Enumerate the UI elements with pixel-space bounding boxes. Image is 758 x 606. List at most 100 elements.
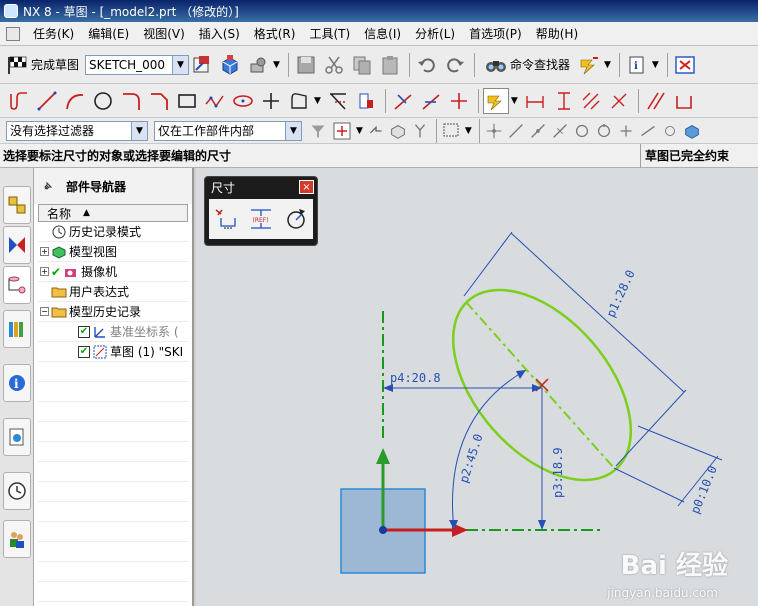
p0-dimension-text[interactable]: p0:10.0 bbox=[688, 464, 720, 516]
graphics-window[interactable]: p1:28.0 p0:10.0 p4:20.8 p3:18.9 p2:45.0 … bbox=[196, 168, 758, 606]
undo-button[interactable] bbox=[414, 52, 440, 78]
visibility-checkbox[interactable]: ✔ bbox=[78, 325, 90, 338]
vertical-dimension-button[interactable] bbox=[550, 88, 576, 114]
snap-face-button[interactable] bbox=[682, 121, 702, 141]
ellipse-button[interactable] bbox=[230, 88, 256, 114]
perpendicular-constraint-button[interactable] bbox=[671, 88, 697, 114]
parallel-constraint-button[interactable] bbox=[643, 88, 669, 114]
sketch-orient-button[interactable] bbox=[189, 52, 215, 78]
document-icon[interactable] bbox=[6, 26, 20, 41]
p4-dimension-text[interactable]: p4:20.8 bbox=[390, 371, 441, 385]
tree-item-cameras[interactable]: + ✔ 摄像机 bbox=[38, 262, 188, 282]
tree-item-sketch[interactable]: ✔ 草图 (1) "SKI bbox=[38, 342, 188, 362]
visibility-checkbox[interactable]: ✔ bbox=[78, 345, 90, 358]
parallel-dimension-button[interactable] bbox=[578, 88, 604, 114]
p2-dimension-text[interactable]: p2:45.0 bbox=[457, 432, 486, 484]
p1-dimension-text[interactable]: p1:28.0 bbox=[604, 268, 638, 320]
profile-button[interactable] bbox=[6, 88, 32, 114]
select-body-button[interactable] bbox=[388, 121, 408, 141]
snap-existing-point-button[interactable] bbox=[616, 121, 636, 141]
menu-preferences[interactable]: 首选项(P) bbox=[462, 22, 529, 46]
chevron-down-icon[interactable]: ▼ bbox=[273, 60, 280, 70]
selection-scope-select[interactable]: 仅在工作部件内部 ▼ bbox=[154, 120, 302, 141]
menu-task[interactable]: 任务(K) bbox=[26, 22, 81, 46]
finish-sketch-button[interactable]: 完成草图 bbox=[6, 55, 79, 75]
roles-tab[interactable] bbox=[3, 520, 31, 558]
tree-item-model-views[interactable]: + 模型视图 bbox=[38, 242, 188, 262]
menu-info[interactable]: 信息(I) bbox=[357, 22, 408, 46]
horizontal-dimension-button[interactable] bbox=[522, 88, 548, 114]
history-tab[interactable] bbox=[3, 418, 31, 456]
snap-mid-point-button[interactable] bbox=[528, 121, 548, 141]
assembly-navigator-tab[interactable] bbox=[3, 186, 31, 224]
fillet-button[interactable] bbox=[118, 88, 144, 114]
history-clock-tab[interactable] bbox=[3, 472, 31, 510]
selection-filter-select[interactable]: 没有选择过滤器 ▼ bbox=[6, 120, 148, 141]
paste-button[interactable] bbox=[377, 52, 403, 78]
arc-button[interactable] bbox=[62, 88, 88, 114]
polygon-button[interactable] bbox=[202, 88, 228, 114]
expand-icon[interactable]: + bbox=[40, 267, 49, 276]
snap-control-point-button[interactable] bbox=[550, 121, 570, 141]
offset-curve-button[interactable] bbox=[286, 88, 312, 114]
create-alternate-solution-icon[interactable] bbox=[283, 206, 309, 232]
tree-item-model-history[interactable]: − 模型历史记录 bbox=[38, 302, 188, 322]
quick-trim-button[interactable] bbox=[325, 88, 351, 114]
rectangle-select-button[interactable] bbox=[441, 121, 463, 141]
menu-help[interactable]: 帮助(H) bbox=[529, 22, 585, 46]
reuse-library-tab[interactable] bbox=[3, 310, 31, 348]
part-navigator-tab[interactable] bbox=[3, 266, 31, 304]
cut-button[interactable] bbox=[321, 52, 347, 78]
auto-constraint-button[interactable] bbox=[418, 88, 444, 114]
menu-format[interactable]: 格式(R) bbox=[247, 22, 303, 46]
name-column-header[interactable]: 名称 ▲ bbox=[38, 204, 188, 222]
menu-edit[interactable]: 编辑(E) bbox=[81, 22, 136, 46]
constraint-button[interactable] bbox=[390, 88, 416, 114]
chamfer-button[interactable] bbox=[146, 88, 172, 114]
dimension-dialog-titlebar[interactable]: 尺寸 × bbox=[205, 177, 317, 197]
constraint-navigator-tab[interactable] bbox=[3, 226, 31, 264]
chevron-down-icon[interactable]: ▼ bbox=[356, 126, 363, 136]
redo-button[interactable] bbox=[442, 52, 468, 78]
perpendicular-dimension-button[interactable] bbox=[606, 88, 632, 114]
collapse-icon[interactable]: − bbox=[40, 307, 49, 316]
p3-dimension-text[interactable]: p3:18.9 bbox=[551, 447, 565, 498]
dimension-settings-icon[interactable] bbox=[213, 206, 239, 232]
menu-view[interactable]: 视图(V) bbox=[136, 22, 192, 46]
snap-toggle-button[interactable] bbox=[576, 52, 602, 78]
show-constraints-button[interactable] bbox=[446, 88, 472, 114]
make-corner-button[interactable] bbox=[353, 88, 379, 114]
snap-intersection-button[interactable] bbox=[660, 121, 680, 141]
menu-tools[interactable]: 工具(T) bbox=[302, 22, 357, 46]
deselect-button[interactable] bbox=[366, 121, 386, 141]
tree-item-user-expressions[interactable]: 用户表达式 bbox=[38, 282, 188, 302]
pin-icon[interactable] bbox=[42, 180, 54, 192]
point-button[interactable] bbox=[258, 88, 284, 114]
tree-item-history-mode[interactable]: 历史记录模式 bbox=[38, 222, 188, 242]
save-button[interactable] bbox=[293, 52, 319, 78]
ellipse-major-axis[interactable] bbox=[465, 301, 615, 469]
reference-dimension-icon[interactable]: (REF) bbox=[248, 206, 274, 232]
snap-point-on-curve-button[interactable] bbox=[638, 121, 658, 141]
p1-dimension-line[interactable] bbox=[510, 232, 685, 393]
filter-settings-button[interactable] bbox=[308, 121, 328, 141]
menu-insert[interactable]: 插入(S) bbox=[192, 22, 247, 46]
command-finder-button[interactable]: 命令查找器 bbox=[485, 56, 570, 74]
select-feature-button[interactable] bbox=[410, 121, 430, 141]
circle-button[interactable] bbox=[90, 88, 116, 114]
info-button[interactable]: i bbox=[624, 52, 650, 78]
menu-analysis[interactable]: 分析(L) bbox=[408, 22, 462, 46]
inferred-dimensions-button[interactable] bbox=[482, 87, 509, 114]
chevron-down-icon[interactable]: ▼ bbox=[314, 96, 321, 106]
snap-line-button[interactable] bbox=[506, 121, 526, 141]
origin-point[interactable] bbox=[379, 526, 387, 534]
close-icon[interactable]: × bbox=[299, 180, 314, 194]
sketch-name-select[interactable]: SKETCH_000 ▼ bbox=[85, 54, 190, 75]
chevron-down-icon[interactable]: ▼ bbox=[604, 60, 611, 70]
copy-button[interactable] bbox=[349, 52, 375, 78]
snap-arc-center-button[interactable] bbox=[572, 121, 592, 141]
update-model-button[interactable] bbox=[245, 52, 271, 78]
internet-explorer-tab[interactable]: i bbox=[3, 364, 31, 402]
line-button[interactable] bbox=[34, 88, 60, 114]
snap-end-point-button[interactable] bbox=[484, 121, 504, 141]
